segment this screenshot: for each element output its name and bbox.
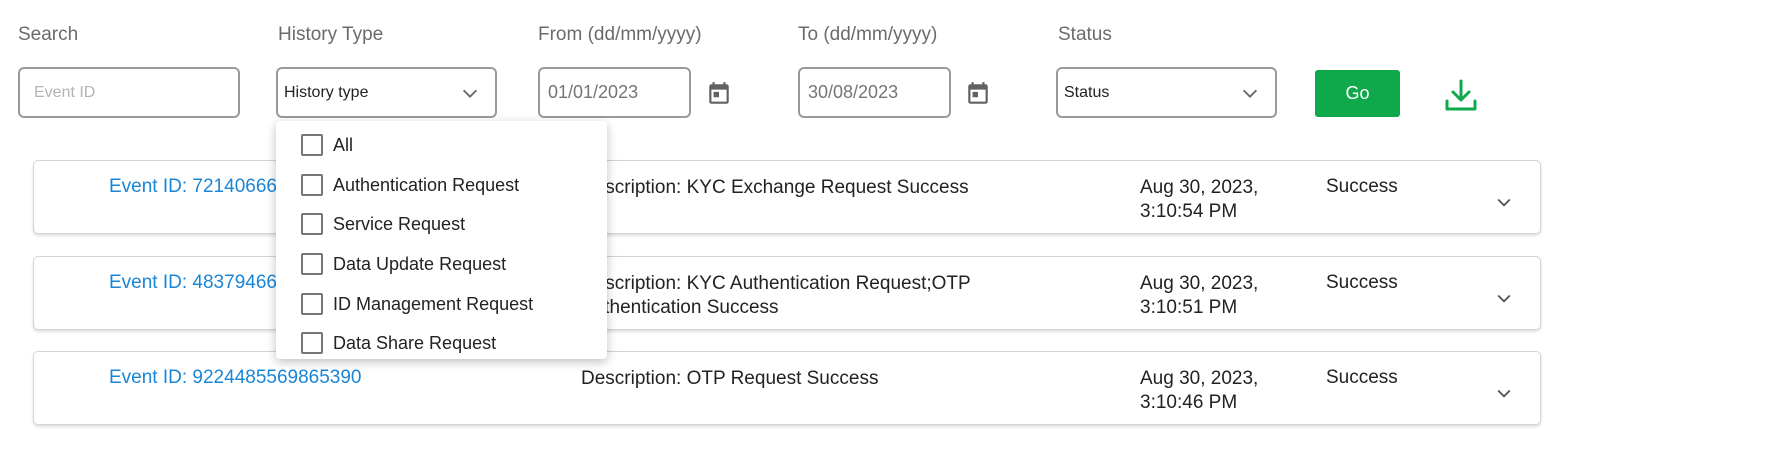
history-type-label: History Type <box>278 24 384 45</box>
checkbox[interactable] <box>301 253 323 275</box>
event-card: Event ID: 72140666 Description: KYC Exch… <box>33 160 1541 234</box>
checkbox[interactable] <box>301 293 323 315</box>
status-label: Status <box>1058 24 1112 45</box>
from-date-input[interactable] <box>540 69 689 116</box>
event-status: Success <box>1326 176 1398 197</box>
search-label: Search <box>18 24 79 45</box>
option-label: Service Request <box>333 213 466 234</box>
history-type-option[interactable]: Data Share Request <box>276 325 607 359</box>
event-datetime: Aug 30, 2023, 3:10:46 PM <box>1140 368 1259 413</box>
from-date-label: From (dd/mm/yyyy) <box>538 24 702 45</box>
chevron-down-icon[interactable] <box>1494 288 1514 308</box>
option-label: Data Share Request <box>333 332 497 353</box>
event-datetime: Aug 30, 2023, 3:10:54 PM <box>1140 177 1259 222</box>
chevron-down-icon <box>1242 89 1258 98</box>
option-label: Authentication Request <box>333 174 520 195</box>
option-label: ID Management Request <box>333 293 534 314</box>
chevron-down-icon <box>462 89 478 98</box>
checkbox[interactable] <box>301 332 323 354</box>
history-type-option[interactable]: Service Request <box>276 206 607 242</box>
event-datetime: Aug 30, 2023, 3:10:51 PM <box>1140 273 1259 318</box>
history-type-option[interactable]: All <box>276 127 607 163</box>
event-id-link[interactable]: Event ID: 48379466 <box>109 272 277 294</box>
checkbox[interactable] <box>301 213 323 235</box>
search-input[interactable] <box>20 69 238 116</box>
calendar-icon[interactable] <box>706 80 732 108</box>
event-description: Description: OTP Request Success <box>581 368 879 389</box>
event-description: Description: KYC Authentication Request;… <box>581 273 971 318</box>
event-id-link[interactable]: Event ID: 72140666 <box>109 176 277 198</box>
status-selected-value: Status <box>1064 83 1110 101</box>
option-label: Data Update Request <box>333 253 507 274</box>
calendar-icon[interactable] <box>965 80 991 108</box>
checkbox[interactable] <box>301 174 323 196</box>
from-date-field <box>538 67 691 118</box>
option-label: All <box>333 134 354 155</box>
history-type-select[interactable]: History type <box>276 67 497 118</box>
event-id-link[interactable]: Event ID: 9224485569865390 <box>109 367 362 389</box>
event-description: Description: KYC Exchange Request Succes… <box>581 177 969 198</box>
event-card: Event ID: 9224485569865390 Description: … <box>33 351 1541 425</box>
history-type-dropdown-menu: All Authentication Request Service Reque… <box>276 121 607 359</box>
go-button[interactable]: Go <box>1315 70 1400 117</box>
download-icon[interactable] <box>1443 78 1479 112</box>
to-date-label: To (dd/mm/yyyy) <box>798 24 938 45</box>
to-date-input[interactable] <box>800 69 949 116</box>
chevron-down-icon[interactable] <box>1494 192 1514 212</box>
history-type-option[interactable]: Authentication Request <box>276 167 607 203</box>
event-status: Success <box>1326 272 1398 293</box>
search-field <box>18 67 240 118</box>
status-select[interactable]: Status <box>1056 67 1277 118</box>
event-card: Event ID: 48379466 Description: KYC Auth… <box>33 256 1541 330</box>
event-status: Success <box>1326 367 1398 388</box>
history-type-option[interactable]: ID Management Request <box>276 286 607 322</box>
history-type-option[interactable]: Data Update Request <box>276 246 607 282</box>
history-type-selected-value: History type <box>284 83 369 101</box>
checkbox[interactable] <box>301 134 323 156</box>
chevron-down-icon[interactable] <box>1494 383 1514 403</box>
to-date-field <box>798 67 951 118</box>
